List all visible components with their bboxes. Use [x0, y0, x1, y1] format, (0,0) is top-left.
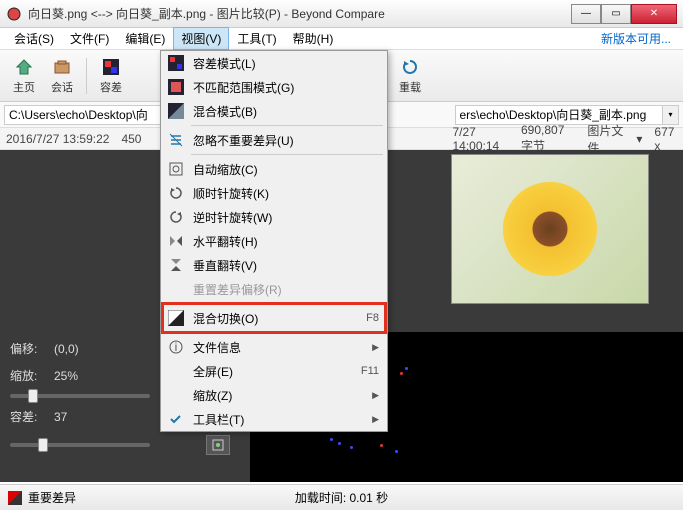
menu-item-zoom[interactable]: 缩放(Z)▶ — [161, 383, 387, 407]
offset-value: (0,0) — [54, 342, 79, 356]
menu-item-flip-v[interactable]: 垂直翻转(V) — [161, 253, 387, 277]
zoom-label: 缩放: — [10, 367, 46, 384]
right-image — [451, 154, 649, 304]
menu-item-tolerance-mode[interactable]: 容差模式(L) — [161, 51, 387, 75]
menu-item-fullscreen[interactable]: 全屏(E)F11 — [161, 359, 387, 383]
left-date: 2016/7/27 13:59:22 — [6, 132, 109, 146]
menu-session[interactable]: 会话(S) — [6, 27, 62, 50]
menu-item-reset-diff[interactable]: 重置差异偏移(R) — [161, 277, 387, 301]
home-icon — [13, 57, 35, 78]
mismatch-range-icon — [165, 78, 187, 96]
menu-edit[interactable]: 编辑(E) — [117, 27, 173, 50]
blend-mode-icon — [165, 102, 187, 120]
menu-item-blend-toggle[interactable]: 混合切换(O)F8 — [161, 306, 387, 330]
app-icon — [6, 6, 22, 22]
fit-button[interactable] — [206, 435, 230, 455]
menu-item-file-info[interactable]: i文件信息▶ — [161, 335, 387, 359]
menubar: 会话(S) 文件(F) 编辑(E) 视图(V) 工具(T) 帮助(H) 新版本可… — [0, 28, 683, 50]
menu-item-rotate-ccw[interactable]: 逆时针旋转(W) — [161, 205, 387, 229]
right-pane[interactable] — [447, 150, 683, 332]
tolerance-value: 37 — [54, 410, 67, 424]
menu-help[interactable]: 帮助(H) — [285, 27, 342, 50]
menu-file[interactable]: 文件(F) — [62, 27, 117, 50]
file-info-icon: i — [165, 338, 187, 356]
chevron-right-icon: ▶ — [372, 390, 379, 401]
menu-item-blend-mode[interactable]: 混合模式(B) — [161, 99, 387, 123]
tolerance-icon — [100, 57, 122, 78]
svg-text:i: i — [175, 340, 178, 354]
zoom-value: 25% — [54, 369, 78, 383]
window-titlebar: 向日葵.png <--> 向日葵_副本.png - 图片比较(P) - Beyo… — [0, 0, 683, 28]
menu-item-rotate-cw[interactable]: 顺时针旋转(K) — [161, 181, 387, 205]
flip-v-icon — [165, 256, 187, 274]
zoom-icon — [165, 386, 187, 404]
load-time: 加载时间: 0.01 秒 — [295, 489, 388, 506]
right-dim: 677 x — [654, 125, 677, 153]
tolerance-slider[interactable] — [10, 443, 150, 447]
menu-item-ignore-minor[interactable]: 忽略不重要差异(U) — [161, 128, 387, 152]
toolbar-icon — [165, 410, 187, 428]
ignore-minor-icon — [165, 131, 187, 149]
menu-item-flip-h[interactable]: 水平翻转(H) — [161, 229, 387, 253]
tolerance-mode-icon — [165, 54, 187, 72]
window-title: 向日葵.png <--> 向日葵_副本.png - 图片比较(P) - Beyo… — [28, 5, 571, 22]
rotate-cw-icon — [165, 184, 187, 202]
statusbar: 重要差异 加载时间: 0.01 秒 — [0, 484, 683, 510]
minimize-button[interactable]: — — [571, 4, 601, 24]
tolerance-label: 容差: — [10, 408, 46, 425]
zoom-slider[interactable] — [10, 394, 150, 398]
session-button[interactable]: 会话 — [44, 54, 80, 98]
diff-indicator-icon — [8, 491, 22, 505]
update-link[interactable]: 新版本可用... — [595, 27, 677, 50]
menu-view[interactable]: 视图(V) — [173, 27, 229, 50]
right-date: 7/27 14:00:14 — [453, 125, 510, 153]
chevron-right-icon: ▶ — [372, 342, 379, 353]
autozoom-icon — [165, 160, 187, 178]
home-button[interactable]: 主页 — [6, 54, 42, 98]
fullscreen-icon — [165, 362, 187, 380]
reload-icon — [399, 57, 421, 78]
menu-item-toolbar[interactable]: 工具栏(T)▶ — [161, 407, 387, 431]
reset-diff-icon — [165, 280, 187, 298]
close-button[interactable]: ✕ — [631, 4, 677, 24]
offset-label: 偏移: — [10, 340, 46, 357]
tolerance-button[interactable]: 容差 — [93, 54, 129, 98]
fit-icon — [211, 438, 225, 452]
blend-toggle-icon — [165, 309, 187, 327]
flip-h-icon — [165, 232, 187, 250]
diff-status: 重要差异 — [28, 489, 76, 506]
session-icon — [51, 57, 73, 78]
maximize-button[interactable]: ▭ — [601, 4, 631, 24]
chevron-right-icon: ▶ — [372, 414, 379, 425]
menu-tools[interactable]: 工具(T) — [229, 27, 284, 50]
menu-item-autozoom[interactable]: 自动缩放(C) — [161, 157, 387, 181]
view-menu-dropdown: 容差模式(L)不匹配范围模式(G)混合模式(B) 忽略不重要差异(U) 自动缩放(C… — [160, 50, 388, 432]
menu-item-mismatch-range[interactable]: 不匹配范围模式(G) — [161, 75, 387, 99]
left-size: 450 — [121, 132, 141, 146]
rotate-ccw-icon — [165, 208, 187, 226]
reload-button[interactable]: 重载 — [392, 54, 428, 98]
